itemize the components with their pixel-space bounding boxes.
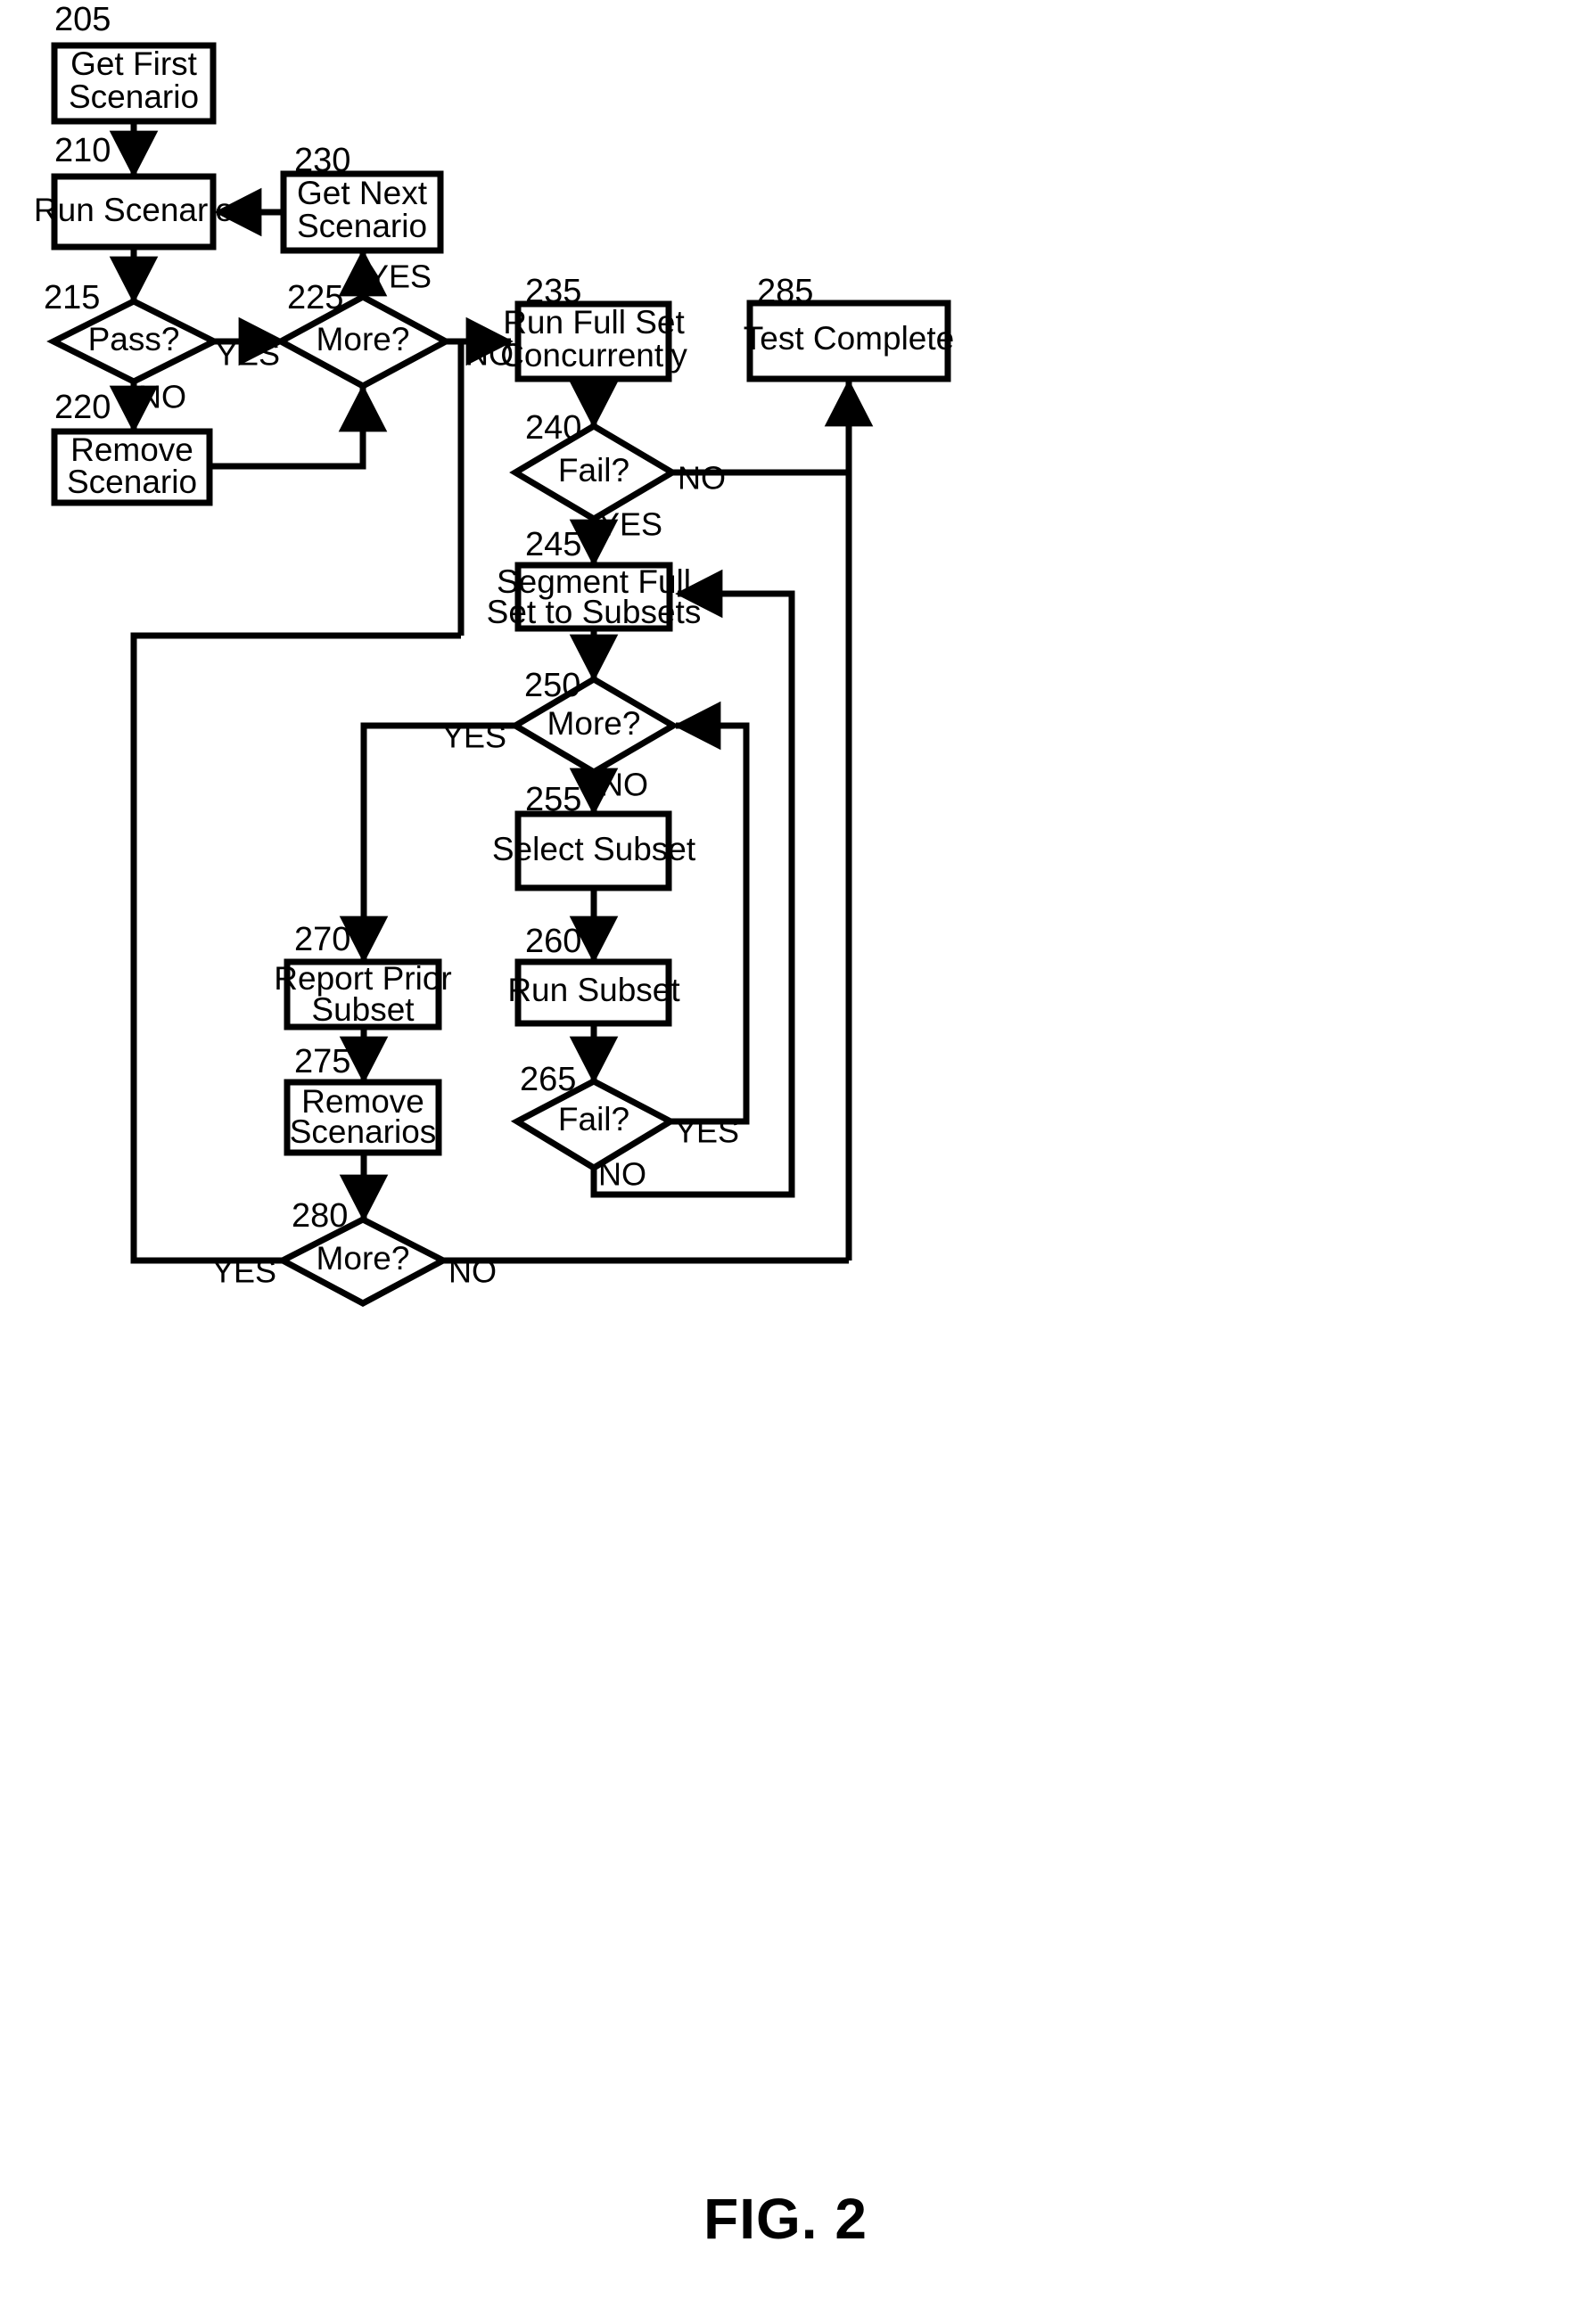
node-220-label-line2: Scenario: [67, 464, 197, 500]
edge-label-215-yes: YES: [216, 336, 280, 373]
ref-225: 225: [287, 279, 343, 316]
edge-label-240-yes: YES: [598, 506, 662, 543]
ref-230: 230: [294, 142, 350, 179]
node-225-label: More?: [317, 321, 410, 357]
edge-label-265-yes: YES: [675, 1113, 739, 1150]
ref-285: 285: [757, 273, 813, 310]
edge-220-to-225: [208, 384, 388, 470]
node-215-label: Pass?: [88, 321, 180, 357]
ref-265: 265: [520, 1061, 576, 1098]
node-220-label-line1: Remove: [70, 431, 193, 468]
edge-label-215-no: NO: [138, 379, 186, 415]
ref-210: 210: [54, 132, 111, 169]
node-280-label: More?: [317, 1240, 410, 1277]
edge-label-250-no: NO: [600, 767, 648, 803]
ref-250: 250: [524, 667, 580, 704]
node-205-label-line1: Get First: [70, 45, 198, 82]
ref-280: 280: [292, 1197, 348, 1235]
ref-245: 245: [525, 526, 581, 563]
ref-220: 220: [54, 389, 111, 426]
figure-sheet: Get First Scenario 205 Run Scenario 210 …: [0, 0, 1571, 2324]
edge-label-240-no: NO: [678, 460, 726, 497]
ref-260: 260: [525, 923, 581, 960]
edge-label-265-no: NO: [598, 1156, 646, 1193]
node-210-label-line1: Run Scenario: [34, 192, 234, 228]
node-270-label-line2: Subset: [311, 991, 415, 1028]
node-255-label: Select Subset: [492, 831, 696, 867]
node-205-label-line2: Scenario: [69, 78, 199, 115]
node-250-label: More?: [547, 705, 641, 742]
node-260-label: Run Subset: [507, 972, 680, 1008]
node-275-label-line2: Scenarios: [290, 1113, 437, 1150]
edge-265-yes-to-250: [670, 701, 750, 1125]
edge-label-225-yes: YES: [367, 259, 432, 295]
node-240-label: Fail?: [558, 452, 629, 489]
ref-240: 240: [525, 409, 581, 447]
ref-270: 270: [294, 921, 350, 958]
ref-215: 215: [44, 279, 100, 316]
ref-205: 205: [54, 1, 111, 38]
node-230-label-line1: Get Next: [297, 175, 428, 211]
flowchart-canvas: Get First Scenario 205 Run Scenario 210 …: [34, 1, 955, 1307]
node-285-label: Test Complete: [744, 320, 955, 357]
edge-label-280-no: NO: [448, 1253, 497, 1290]
node-230-label-line2: Scenario: [297, 208, 427, 244]
edge-label-280-yes: YES: [212, 1253, 276, 1290]
ref-235: 235: [525, 273, 581, 310]
figure-caption: FIG. 2: [703, 2187, 868, 2251]
node-235-label-line2: Concurrently: [500, 337, 687, 374]
ref-275: 275: [294, 1043, 350, 1080]
node-265-label: Fail?: [558, 1101, 629, 1137]
edge-label-225-no: NO: [465, 336, 514, 373]
node-245-label-line2: Set to Subsets: [487, 594, 702, 630]
edge-label-250-yes: YES: [442, 719, 506, 755]
ref-255: 255: [525, 781, 581, 818]
